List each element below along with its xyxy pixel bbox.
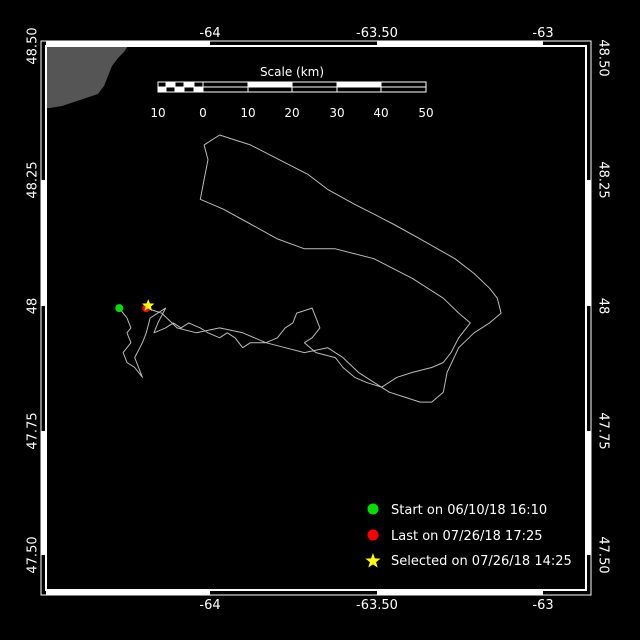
scale-segment [175, 87, 184, 92]
scale-label: 10 [240, 106, 255, 120]
legend-last-label: Last on 07/26/18 17:25 [391, 529, 543, 544]
scale-title: Scale (km) [260, 65, 324, 79]
lat-ticks-left: 48.50 48.25 48 47.75 47.50 [26, 27, 41, 573]
lat-tick-label: 48.50 [26, 27, 41, 64]
scale-label: 20 [284, 106, 299, 120]
legend-start-dot [367, 503, 379, 515]
start-marker [115, 304, 124, 313]
legend-start-label: Start on 06/10/18 16:10 [391, 503, 547, 518]
frame-bar-top [377, 41, 543, 46]
scale-segment [166, 82, 175, 87]
scale-label: 0 [199, 106, 207, 120]
scale-label: 10 [150, 106, 165, 120]
frame-bar-right [586, 431, 591, 555]
scale-segment [248, 82, 292, 87]
lon-tick-label: -64 [199, 26, 220, 41]
frame-bar-bottom [377, 590, 543, 595]
legend-selected-label: Selected on 07/26/18 14:25 [391, 554, 572, 569]
scale-label: 50 [418, 106, 433, 120]
scale-segment [194, 87, 203, 92]
lat-tick-label: 47.50 [596, 536, 611, 573]
track-map: -64 -63.50 -63 -64 -63.50 -63 48.50 48.2… [26, 26, 611, 613]
lat-tick-label: 47.75 [26, 412, 41, 449]
lat-tick-label: 47.75 [596, 412, 611, 449]
lon-tick-label: -63 [532, 598, 553, 613]
frame-bar-top [46, 41, 210, 46]
legend-last-dot [367, 529, 379, 541]
frame-bar-right [586, 180, 591, 306]
lon-tick-label: -63.50 [356, 598, 398, 613]
lat-tick-label: 48 [596, 298, 611, 315]
lon-ticks-bottom: -64 -63.50 -63 [199, 598, 553, 613]
scale-label: 40 [373, 106, 388, 120]
lat-tick-label: 47.50 [26, 536, 41, 573]
lat-tick-label: 48 [26, 298, 41, 315]
lat-ticks-right: 48.50 48.25 48 47.75 47.50 [596, 39, 611, 573]
frame-bar-left [41, 431, 46, 555]
legend: Start on 06/10/18 16:10 Last on 07/26/18… [365, 503, 572, 569]
scale-segment [337, 82, 381, 87]
lat-tick-label: 48.50 [596, 39, 611, 76]
lon-tick-label: -64 [199, 598, 220, 613]
lon-ticks-top: -64 -63.50 -63 [199, 26, 553, 41]
frame-bar-bottom [46, 590, 210, 595]
lon-tick-label: -63 [532, 26, 553, 41]
scale-segment [158, 87, 166, 92]
lat-tick-label: 48.25 [596, 161, 611, 198]
scale-segment [184, 82, 194, 87]
lon-tick-label: -63.50 [356, 26, 398, 41]
frame-bar-left [41, 180, 46, 306]
lat-tick-label: 48.25 [26, 161, 41, 198]
scale-label: 30 [329, 106, 344, 120]
